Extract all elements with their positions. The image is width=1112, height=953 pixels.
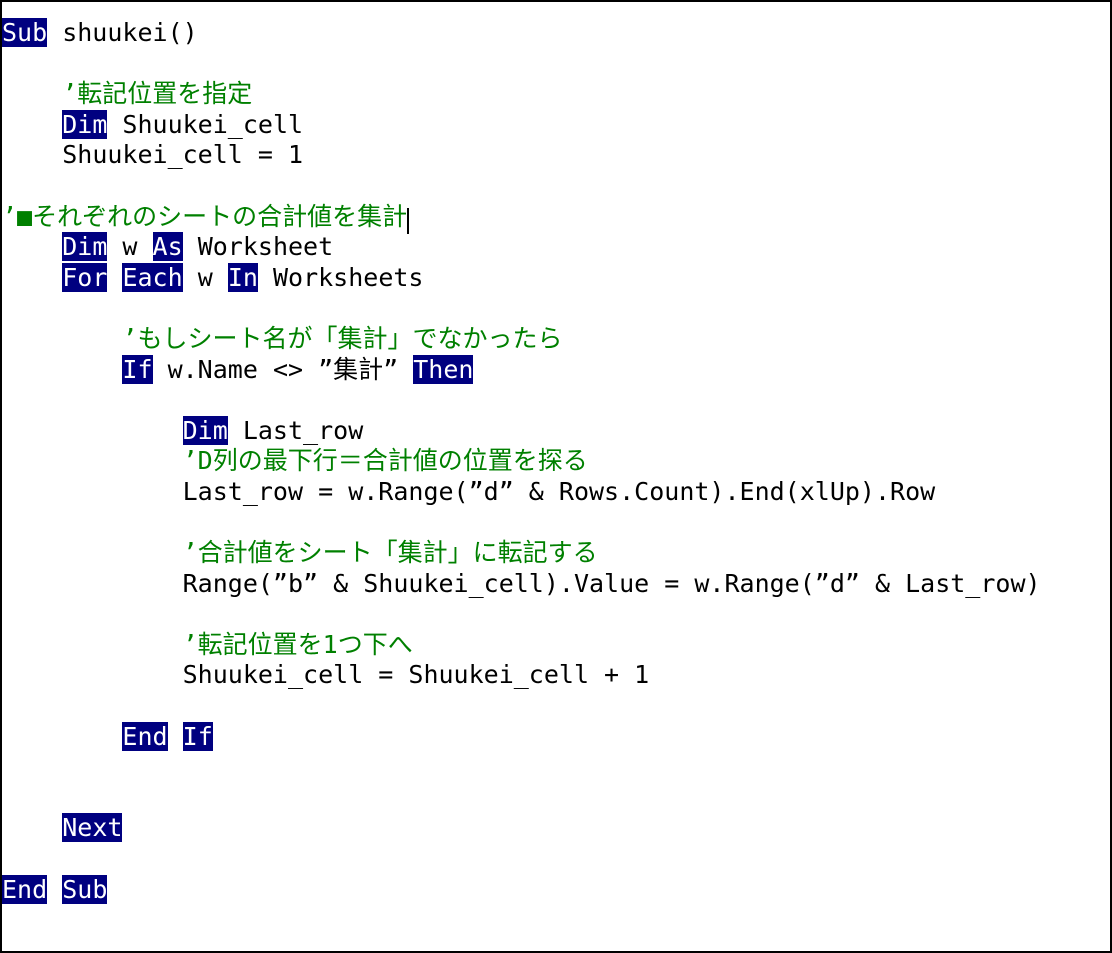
code-editor-surface[interactable]: Sub shuukei() ’転記位置を指定 Dim Shuukei_cell … xyxy=(0,0,1112,953)
code-line[interactable] xyxy=(2,844,1110,875)
code-line[interactable] xyxy=(2,49,1110,80)
code-token: Last_row = w.Range(”d” & Rows.Count).End… xyxy=(182,476,936,506)
keyword-token: In xyxy=(227,262,258,292)
code-line[interactable]: Shuukei_cell = 1 xyxy=(2,140,1110,171)
code-line[interactable]: End If xyxy=(2,721,1110,753)
code-line[interactable] xyxy=(2,385,1110,416)
code-line[interactable]: Dim w As Worksheet xyxy=(2,232,1110,263)
keyword-token: As xyxy=(152,232,183,262)
code-line[interactable] xyxy=(2,691,1110,722)
keyword-token: If xyxy=(182,721,213,751)
keyword-token: End xyxy=(122,721,168,751)
code-line[interactable]: Dim Last_row xyxy=(2,415,1110,447)
code-token: Last_row xyxy=(227,415,364,445)
code-token: Shuukei_cell xyxy=(107,109,304,139)
keyword-token: Dim xyxy=(182,415,228,445)
code-token: w xyxy=(182,262,228,292)
comment-token: ’合計値をシート「集計」に転記する xyxy=(182,538,598,568)
comment-token: ’転記位置を指定 xyxy=(62,79,253,109)
keyword-token: Then xyxy=(413,354,474,384)
code-line[interactable]: ’■それぞれのシートの合計値を集計 xyxy=(2,201,1110,234)
code-line[interactable]: For Each w In Worksheets xyxy=(2,262,1110,294)
code-line[interactable] xyxy=(2,599,1110,630)
code-line[interactable]: Dim Shuukei_cell xyxy=(2,109,1110,141)
code-token: w.Name <> ”集計” xyxy=(152,354,414,384)
keyword-token: Next xyxy=(62,813,123,843)
code-line[interactable] xyxy=(2,783,1110,814)
keyword-token: End xyxy=(2,874,48,904)
code-line[interactable]: ’D列の最下行＝合計値の位置を探る xyxy=(2,446,1110,477)
code-line[interactable]: ’転記位置を1つ下へ xyxy=(2,630,1110,661)
keyword-token: Sub xyxy=(2,18,48,47)
code-line[interactable]: End Sub xyxy=(2,874,1110,906)
keyword-token: For xyxy=(62,262,108,292)
code-line[interactable]: ’もしシート名が「集計」でなかったら xyxy=(2,324,1110,355)
code-token: shuukei() xyxy=(47,18,198,47)
code-line[interactable] xyxy=(2,752,1110,783)
code-line[interactable]: Next xyxy=(2,813,1110,844)
keyword-token: Each xyxy=(122,262,183,292)
code-line[interactable]: Sub shuukei() xyxy=(2,18,1110,49)
comment-token: ’転記位置を1つ下へ xyxy=(182,629,413,659)
code-text-area[interactable]: Sub shuukei() ’転記位置を指定 Dim Shuukei_cell … xyxy=(2,2,1110,905)
keyword-token: If xyxy=(122,354,153,384)
code-line[interactable]: ’転記位置を指定 xyxy=(2,79,1110,110)
code-line[interactable]: Shuukei_cell = Shuukei_cell + 1 xyxy=(2,660,1110,691)
code-token: Worksheets xyxy=(257,262,424,292)
code-token: w xyxy=(107,232,153,262)
code-line[interactable]: Last_row = w.Range(”d” & Rows.Count).End… xyxy=(2,477,1110,508)
code-line[interactable] xyxy=(2,293,1110,324)
keyword-token: Sub xyxy=(62,874,108,904)
code-token: Shuukei_cell = 1 xyxy=(62,140,304,170)
comment-token: ’D列の最下行＝合計値の位置を探る xyxy=(182,446,588,476)
keyword-token: Dim xyxy=(62,109,108,139)
text-caret xyxy=(407,207,410,234)
code-token: Range(”b” & Shuukei_cell).Value = w.Rang… xyxy=(182,568,1041,598)
code-token: Shuukei_cell = Shuukei_cell + 1 xyxy=(182,660,650,690)
keyword-token: Dim xyxy=(62,232,108,262)
code-line[interactable]: If w.Name <> ”集計” Then xyxy=(2,354,1110,386)
code-line[interactable]: Range(”b” & Shuukei_cell).Value = w.Rang… xyxy=(2,569,1110,600)
code-line[interactable]: ’合計値をシート「集計」に転記する xyxy=(2,538,1110,569)
code-token: Worksheet xyxy=(182,232,334,262)
code-line[interactable] xyxy=(2,171,1110,202)
code-line[interactable] xyxy=(2,508,1110,539)
comment-token: ’もしシート名が「集計」でなかったら xyxy=(122,323,563,353)
comment-token: ’■それぞれのシートの合計値を集計 xyxy=(2,201,408,231)
